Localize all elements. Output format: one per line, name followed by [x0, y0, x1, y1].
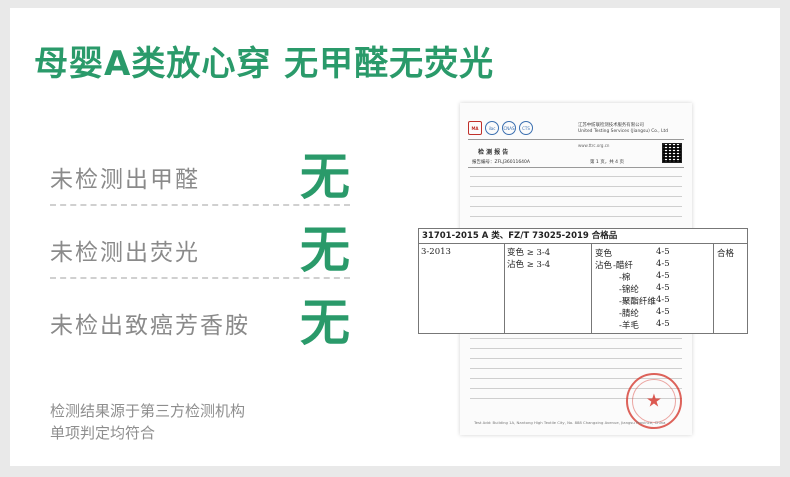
table-column-divider: [713, 244, 714, 333]
standard-code: 3-2013: [421, 247, 451, 257]
cma-logo-icon: MA: [468, 121, 482, 135]
test-value: 4-5: [656, 271, 670, 281]
certification-logos: MA ilac CNAS CTS: [468, 121, 533, 135]
report-table-line: [470, 335, 682, 339]
report-company: 江苏中纺联检测技术服务有限公司 United Testing Services …: [578, 123, 686, 135]
claim-row-fluorescence: 未检测出荧光 无: [50, 219, 350, 279]
requirement-cell: 沾色 ≥ 3-4: [507, 260, 551, 270]
test-item: -聚酯纤维: [619, 297, 656, 307]
report-table-line: [470, 203, 682, 207]
test-value: 4-5: [656, 319, 670, 329]
qr-code-icon: [662, 143, 682, 163]
report-page-number: 第 1 页，共 4 页: [590, 160, 624, 165]
report-table-line: [470, 173, 682, 177]
report-table-line: [470, 345, 682, 349]
cnas-logo-icon: CNAS: [502, 121, 516, 135]
report-table-line: [470, 183, 682, 187]
report-table-line: [470, 213, 682, 217]
test-value: 4-5: [656, 247, 670, 257]
report-divider: [468, 139, 684, 140]
row-divider: [50, 277, 350, 279]
report-table-line: [470, 193, 682, 197]
test-item: -锦纶: [619, 285, 639, 295]
test-item: -羊毛: [619, 321, 639, 331]
requirement-cell: 变色 ≥ 3-4: [507, 248, 551, 258]
cts-logo-icon: CTS: [519, 121, 533, 135]
headline: 母婴A类放心穿 无甲醛无荧光: [34, 44, 495, 84]
table-column-divider: [504, 244, 505, 333]
company-name-en: United Testing Services (Jiangsu) Co., L…: [578, 129, 669, 134]
test-value: 4-5: [656, 283, 670, 293]
test-value: 4-5: [656, 259, 670, 269]
claim-mark: 无: [300, 294, 350, 352]
report-contact: www.ttrc.org.cn: [578, 143, 610, 148]
claim-row-aromatic-amine: 未检出致癌芳香胺 无: [50, 292, 350, 352]
claim-mark: 无: [300, 221, 350, 279]
claim-mark: 无: [300, 148, 350, 206]
test-value: 4-5: [656, 295, 670, 305]
test-value: 4-5: [656, 307, 670, 317]
claim-label: 未检测出甲醛: [50, 167, 200, 193]
source-note: 检测结果源于第三方检测机构 单项判定均符合: [50, 400, 245, 444]
standard-header: 31701-2015 A 类、FZ/T 73025-2019 合格品: [419, 229, 747, 244]
claim-label: 未检测出荧光: [50, 240, 200, 266]
test-item: -醋纤: [613, 261, 633, 271]
test-item: -腈纶: [619, 309, 639, 319]
table-column-divider: [591, 244, 592, 333]
note-line: 单项判定均符合: [50, 424, 156, 442]
test-item: 沾色: [595, 261, 613, 271]
ilac-logo-icon: ilac: [485, 121, 499, 135]
report-number: 报告编号：ZFLJ36011640A: [472, 160, 530, 165]
claim-row-formaldehyde: 未检测出甲醛 无: [50, 146, 350, 206]
report-table-line: [470, 365, 682, 369]
zoomed-result-table: 31701-2015 A 类、FZ/T 73025-2019 合格品 3-201…: [418, 228, 748, 334]
report-footer: Test Add: Building 1A, Nantong High Text…: [474, 420, 666, 425]
row-divider: [50, 204, 350, 206]
test-item: 变色: [595, 249, 613, 259]
note-line: 检测结果源于第三方检测机构: [50, 402, 246, 420]
claim-label: 未检出致癌芳香胺: [50, 313, 250, 339]
report-divider: [468, 167, 684, 168]
report-title: 检 测 报 告: [478, 149, 509, 156]
result-cell: 合格: [717, 249, 735, 259]
test-item: -棉: [619, 273, 631, 283]
report-table-line: [470, 355, 682, 359]
